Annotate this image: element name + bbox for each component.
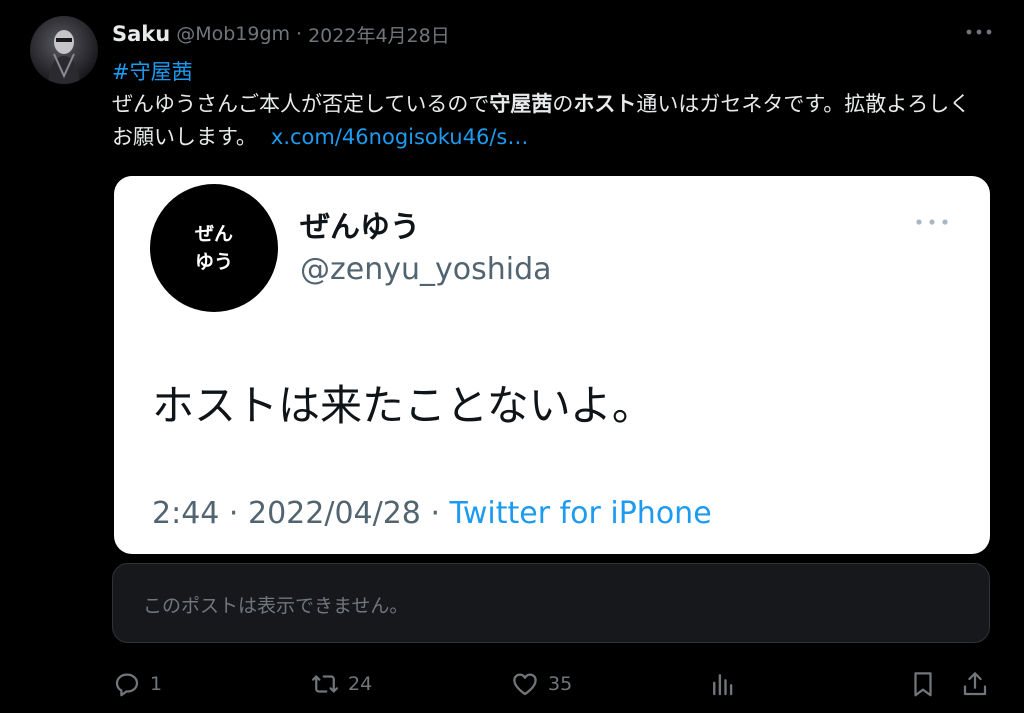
tweet-date[interactable]: 2022年4月28日	[308, 21, 450, 48]
like-count: 35	[548, 673, 573, 695]
unavailable-post: このポストは表示できません。	[112, 563, 990, 643]
tweet-link[interactable]: x.com/46nogisoku46/s…	[271, 125, 528, 149]
card-separator: ·	[420, 496, 450, 531]
card-separator: ·	[219, 496, 248, 531]
card-author-name: ぜんゆう	[300, 210, 420, 245]
author-handle[interactable]: @Mob19gm	[176, 23, 290, 45]
card-avatar-text: ぜん	[194, 223, 233, 245]
card-source: Twitter for iPhone	[449, 496, 712, 531]
card-date: 2022/04/28	[247, 496, 421, 531]
action-bar: 1 24 35	[112, 664, 992, 704]
tweet-text-part: の	[552, 92, 574, 116]
bookmark-icon	[914, 672, 932, 697]
author-name[interactable]: Saku	[112, 22, 170, 46]
card-body-text: ホストは来たことないよ。	[152, 381, 654, 430]
views-button[interactable]	[708, 664, 738, 704]
views-icon	[713, 674, 733, 696]
tweet-header: Saku @Mob19gm · 2022年4月28日	[112, 18, 450, 50]
card-time: 2:44	[152, 496, 220, 531]
like-button[interactable]: 35	[510, 664, 572, 704]
card-avatar-text: ゆう	[194, 251, 233, 273]
reply-count: 1	[150, 673, 163, 695]
reply-button[interactable]: 1	[112, 664, 162, 704]
card-avatar: ぜん ゆう	[150, 184, 278, 312]
author-avatar[interactable]	[30, 16, 98, 84]
share-icon	[963, 672, 987, 696]
tweet-text-bold: 守屋茜	[489, 92, 553, 116]
tweet-text-bold: ホスト	[573, 92, 637, 116]
reply-icon	[115, 673, 139, 697]
more-horizontal-icon	[916, 219, 948, 225]
repost-icon	[312, 675, 338, 693]
heart-icon	[513, 673, 537, 696]
repost-count: 24	[348, 673, 373, 695]
card-author-handle: @zenyu_yoshida	[300, 252, 552, 287]
embedded-image-card[interactable]: ぜん ゆう ぜんゆう @zenyu_yoshida ホストは来たことないよ。 2…	[114, 176, 990, 554]
more-options-button[interactable]	[964, 20, 994, 44]
share-button[interactable]	[960, 664, 990, 704]
bookmark-button[interactable]	[908, 664, 938, 704]
more-horizontal-icon	[966, 29, 992, 35]
avatar-image-icon	[48, 30, 80, 84]
header-separator: ·	[296, 23, 303, 45]
tweet-text-part: ぜんゆうさんご本人が否定しているので	[112, 92, 490, 116]
hashtag-link[interactable]: #守屋茜	[112, 56, 193, 86]
tweet-text: ぜんゆうさんご本人が否定しているので守屋茜のホスト通いはガセネタです。拡散よろし…	[112, 88, 972, 154]
card-footer: 2:44 · 2022/04/28 · Twitter for iPhone	[152, 496, 712, 531]
unavailable-post-text: このポストは表示できません。	[143, 595, 409, 617]
repost-button[interactable]: 24	[310, 664, 372, 704]
card-more-options	[914, 212, 950, 232]
